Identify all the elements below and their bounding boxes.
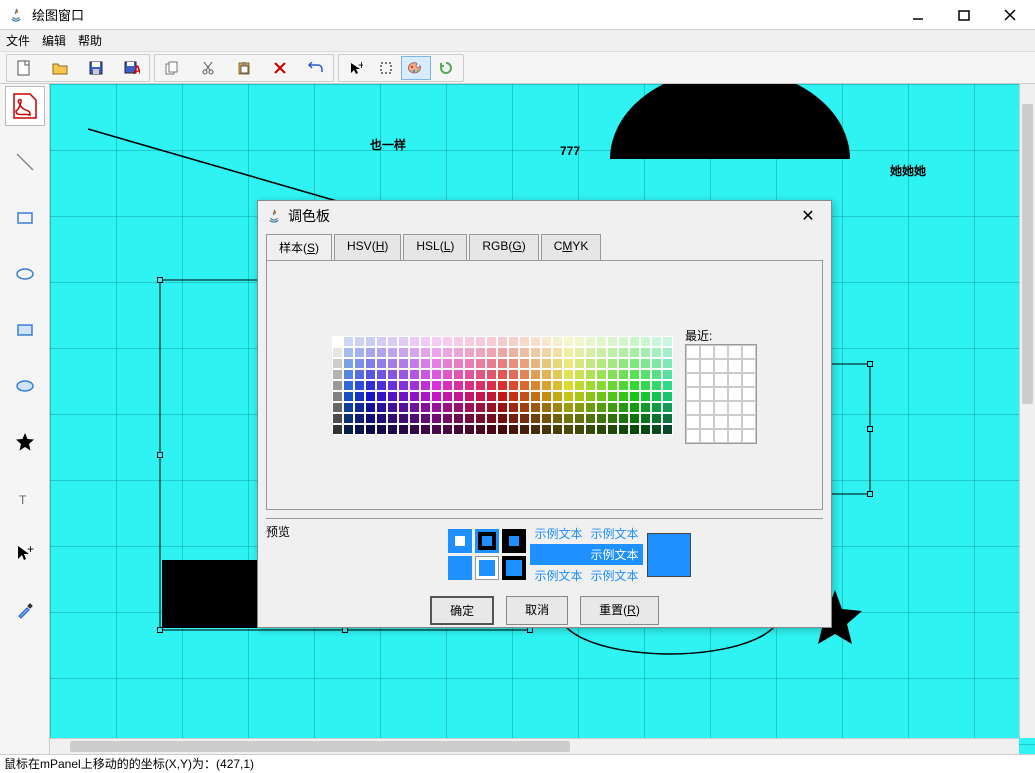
preview-swatch bbox=[502, 556, 526, 580]
toolbar-group-file: AS bbox=[6, 54, 150, 82]
cancel-button[interactable]: 取消 bbox=[506, 596, 568, 625]
line-tool[interactable] bbox=[5, 142, 45, 182]
palette-tool-button[interactable] bbox=[401, 56, 431, 80]
java-icon bbox=[8, 7, 24, 23]
sample-text: 示例文本 bbox=[530, 565, 586, 586]
svg-text:+: + bbox=[27, 542, 34, 556]
select-tool[interactable]: + bbox=[5, 534, 45, 574]
recent-colors: 最近: bbox=[685, 327, 757, 444]
sample-text: 示例文本 bbox=[587, 565, 643, 586]
sample-text: 示例文本 bbox=[587, 544, 643, 565]
preview-swatch bbox=[502, 529, 526, 553]
copy-button[interactable] bbox=[157, 56, 187, 80]
tab-rgb[interactable]: RGB(G) bbox=[469, 234, 538, 261]
window-title: 绘图窗口 bbox=[32, 5, 895, 24]
dialog-titlebar[interactable]: 调色板 ✕ bbox=[258, 201, 831, 231]
window-titlebar: 绘图窗口 bbox=[0, 0, 1035, 30]
scrollbar-horizontal[interactable] bbox=[50, 738, 1019, 754]
tab-hsl[interactable]: HSL(L) bbox=[403, 234, 467, 261]
preview-swatch bbox=[475, 529, 499, 553]
menu-help[interactable]: 帮助 bbox=[78, 32, 102, 49]
toolbar-group-tools: + bbox=[338, 54, 464, 82]
toolbar: AS + bbox=[0, 52, 1035, 84]
canvas-text-3[interactable]: 她她她 bbox=[890, 162, 926, 179]
svg-text:AS: AS bbox=[133, 63, 140, 75]
preview-body: 示例文本示例文本 示例文本示例文本 示例文本示例文本 bbox=[316, 523, 823, 586]
preview-section: 预览 示例文本示例文本 示例文本示例文本 示例文本示例文本 bbox=[266, 518, 823, 586]
toolbar-group-edit bbox=[154, 54, 334, 82]
dialog-body: 最近: bbox=[266, 260, 823, 510]
canvas-text-2[interactable]: 777 bbox=[560, 144, 580, 158]
delete-button[interactable] bbox=[265, 56, 295, 80]
star-tool[interactable] bbox=[5, 422, 45, 462]
cut-button[interactable] bbox=[193, 56, 223, 80]
refresh-tool-button[interactable] bbox=[431, 56, 461, 80]
status-text: 鼠标在mPanel上移动的的坐标(X,Y)为：(427,1) bbox=[4, 755, 254, 772]
scrollbar-vertical[interactable] bbox=[1019, 84, 1035, 738]
status-bar: 鼠标在mPanel上移动的的坐标(X,Y)为：(427,1) bbox=[0, 754, 1035, 772]
tab-swatches[interactable]: 样本(S) bbox=[266, 234, 332, 261]
menubar: 文件 编辑 帮助 bbox=[0, 30, 1035, 52]
menu-file[interactable]: 文件 bbox=[6, 32, 30, 49]
save-button[interactable] bbox=[81, 56, 111, 80]
sample-text: 示例文本 bbox=[530, 523, 586, 544]
new-button[interactable] bbox=[9, 56, 39, 80]
dialog-close-button[interactable]: ✕ bbox=[793, 203, 823, 229]
canvas-text-1[interactable]: 也一样 bbox=[370, 136, 406, 153]
preview-swatch bbox=[448, 529, 472, 553]
ellipse-tool[interactable] bbox=[5, 254, 45, 294]
preview-swatch bbox=[448, 556, 472, 580]
recent-grid[interactable] bbox=[685, 344, 757, 444]
maximize-button[interactable] bbox=[941, 1, 987, 29]
svg-text:T: T bbox=[19, 493, 27, 507]
swatch-grid[interactable] bbox=[332, 336, 673, 435]
marquee-tool-button[interactable] bbox=[371, 56, 401, 80]
recent-label: 最近: bbox=[685, 327, 712, 344]
java-icon bbox=[266, 208, 282, 224]
pointer-tool-button[interactable]: + bbox=[341, 56, 371, 80]
reset-button[interactable]: 重置(R) bbox=[580, 596, 659, 625]
preview-label: 预览 bbox=[266, 523, 316, 540]
menu-edit[interactable]: 编辑 bbox=[42, 32, 66, 49]
side-toolbar: T + bbox=[0, 84, 50, 754]
dialog-tabs: 样本(S) HSV(H) HSL(L) RGB(G) CMYK bbox=[258, 233, 831, 260]
eyedropper-tool[interactable] bbox=[5, 590, 45, 630]
ok-button[interactable]: 确定 bbox=[430, 596, 494, 625]
paste-button[interactable] bbox=[229, 56, 259, 80]
preview-large-swatch bbox=[647, 533, 691, 577]
dialog-buttons: 确定 取消 重置(R) bbox=[258, 596, 831, 625]
undo-button[interactable] bbox=[301, 56, 331, 80]
filled-rect-tool[interactable] bbox=[5, 310, 45, 350]
minimize-button[interactable] bbox=[895, 1, 941, 29]
pdf-tool[interactable] bbox=[5, 86, 45, 126]
saveas-button[interactable]: AS bbox=[117, 56, 147, 80]
open-button[interactable] bbox=[45, 56, 75, 80]
sample-text: 示例文本 bbox=[587, 523, 643, 544]
text-tool[interactable]: T bbox=[5, 478, 45, 518]
sample-text: 示例文本 bbox=[530, 544, 586, 565]
preview-swatch bbox=[475, 556, 499, 580]
color-dialog: 调色板 ✕ 样本(S) HSV(H) HSL(L) RGB(G) CMYK 最近… bbox=[257, 200, 832, 628]
close-button[interactable] bbox=[987, 1, 1033, 29]
tab-hsv[interactable]: HSV(H) bbox=[334, 234, 401, 261]
svg-text:+: + bbox=[358, 61, 363, 72]
filled-ellipse-tool[interactable] bbox=[5, 366, 45, 406]
dialog-title: 调色板 bbox=[288, 206, 793, 226]
tab-cmyk[interactable]: CMYK bbox=[541, 234, 602, 261]
rect-tool[interactable] bbox=[5, 198, 45, 238]
